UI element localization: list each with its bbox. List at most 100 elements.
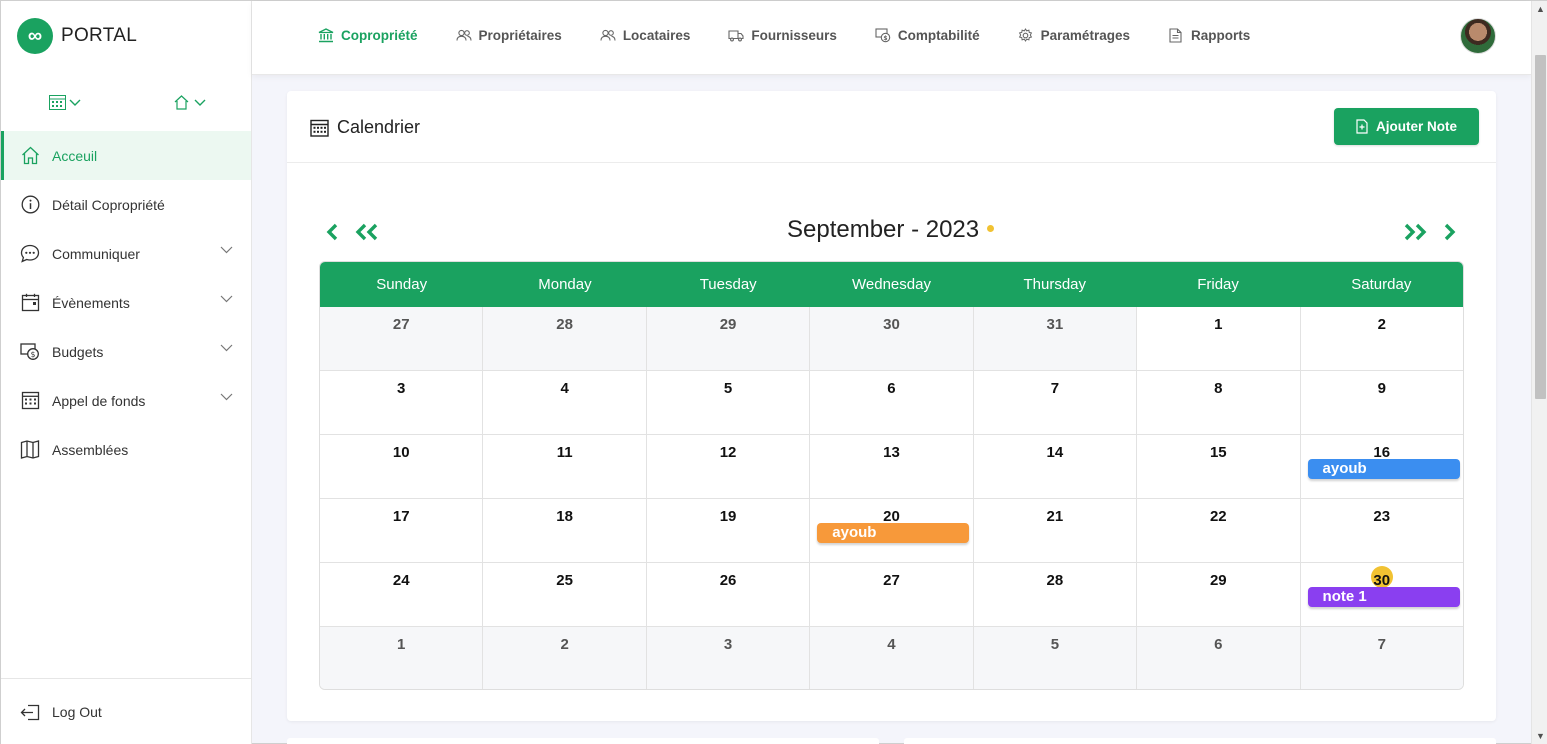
month-label: September - 2023 — [787, 216, 980, 243]
tab-comptabilite[interactable]: $ Comptabilité — [875, 27, 980, 43]
map-icon — [20, 440, 40, 460]
calendar-day-cell[interactable]: 5 — [973, 627, 1138, 689]
calendar-day-cell[interactable]: 2 — [483, 627, 647, 689]
day-number: 19 — [647, 508, 809, 525]
calendar-day-cell[interactable]: 7 — [1300, 627, 1463, 689]
add-note-button[interactable]: Ajouter Note — [1334, 108, 1479, 145]
calendar-day-cell[interactable]: 31 — [973, 307, 1138, 371]
calendar-day-cell[interactable]: 30 — [810, 307, 974, 371]
scroll-thumb[interactable] — [1535, 55, 1546, 399]
calendar-day-cell[interactable]: 26 — [646, 563, 811, 627]
calendar-day-cell[interactable]: 19 — [646, 499, 811, 563]
calendar-day-cell[interactable]: 14 — [973, 435, 1138, 499]
calendar-day-cell[interactable]: 24 — [320, 563, 484, 627]
next-year-double-chevron-icon[interactable] — [1401, 223, 1429, 241]
calendar-day-cell[interactable]: 1 — [320, 627, 484, 689]
tab-proprietaires[interactable]: Propriétaires — [455, 27, 562, 43]
calendar-day-cell[interactable]: 16 ayoub — [1300, 435, 1463, 499]
calendar-day-cell[interactable]: 2 — [1300, 307, 1463, 371]
calendar-event[interactable]: ayoub — [817, 523, 970, 543]
calendar-event[interactable]: ayoub — [1307, 459, 1460, 479]
calendar-day-cell[interactable]: 3 — [320, 371, 484, 435]
calendar-day-cell[interactable]: 3 — [646, 627, 811, 689]
chevron-down-icon — [220, 344, 233, 352]
previous-month-chevron-icon[interactable] — [325, 223, 339, 241]
calendar-day-cell[interactable]: 22 — [1137, 499, 1301, 563]
calendar-day-cell[interactable]: 1 — [1137, 307, 1301, 371]
calendar-day-cell[interactable]: 25 — [483, 563, 647, 627]
chevron-down-icon — [194, 99, 206, 106]
sidebar-item-acceuil[interactable]: Acceuil — [1, 131, 251, 180]
calendar-day-cell[interactable]: 18 — [483, 499, 647, 563]
chevron-down-icon — [220, 393, 233, 401]
calendar-day-cell[interactable]: 21 — [973, 499, 1138, 563]
sidebar-item-appel-de-fonds[interactable]: Appel de fonds — [1, 376, 251, 425]
calendar-day-cell[interactable]: 17 — [320, 499, 484, 563]
tab-parametrages[interactable]: Paramétrages — [1018, 27, 1130, 43]
app-window: ∞ PORTAL Acceuil Détail Copropriété Comm… — [0, 0, 1547, 744]
calendar-day-cell[interactable]: 27 — [810, 563, 974, 627]
day-number: 7 — [1301, 636, 1463, 653]
day-number: 3 — [647, 636, 809, 653]
user-avatar[interactable] — [1460, 18, 1496, 54]
calendar-day-cell[interactable]: 7 — [973, 371, 1138, 435]
calendar-day-cell[interactable]: 6 — [810, 371, 974, 435]
brand[interactable]: ∞ PORTAL — [17, 18, 137, 54]
calendar-day-cell[interactable]: 20 ayoub — [810, 499, 974, 563]
day-number-text: 5 — [723, 380, 733, 397]
calendar-day-cell[interactable]: 15 — [1137, 435, 1301, 499]
day-number: 17 — [320, 508, 482, 525]
calendar-day-cell[interactable]: 5 — [646, 371, 811, 435]
calendar-grid: Sunday Monday Tuesday Wednesday Thursday… — [319, 261, 1464, 690]
card-title: Calendrier — [310, 117, 420, 138]
tab-locataires[interactable]: Locataires — [600, 27, 690, 43]
calendar-icon — [20, 293, 40, 313]
sidebar-item-label: Budgets — [52, 343, 104, 360]
sidebar-item-budgets[interactable]: $ Budgets — [1, 327, 251, 376]
sidebar-item-assemblees[interactable]: Assemblées — [1, 425, 251, 474]
calendar-day-cell[interactable]: 6 — [1137, 627, 1301, 689]
calendar-day-cell[interactable]: 28 — [483, 307, 647, 371]
scroll-down-arrow-icon[interactable]: ▼ — [1536, 732, 1545, 741]
calendar-day-cell[interactable]: 9 — [1300, 371, 1463, 435]
tab-label: Propriétaires — [478, 27, 562, 43]
calendar-week-row: 10 11 12 13 14 15 16 ayoub — [320, 435, 1463, 499]
calendar-day-cell[interactable]: 4 — [483, 371, 647, 435]
calendar-day-cell[interactable]: 10 — [320, 435, 484, 499]
sidebar-item-detail-copropriete[interactable]: Détail Copropriété — [1, 180, 251, 229]
calendar-day-cell[interactable]: 12 — [646, 435, 811, 499]
sidebar: ∞ PORTAL Acceuil Détail Copropriété Comm… — [1, 1, 252, 744]
calendar-day-cell[interactable]: 11 — [483, 435, 647, 499]
logout-button[interactable]: Log Out — [1, 679, 251, 744]
calendar-day-cell[interactable]: 13 — [810, 435, 974, 499]
property-switcher[interactable] — [174, 95, 206, 110]
day-number-text: 1 — [397, 636, 406, 653]
day-number-text: 29 — [719, 316, 737, 333]
tab-fournisseurs[interactable]: Fournisseurs — [728, 27, 837, 43]
calendar-event[interactable]: note 1 — [1307, 587, 1460, 607]
users-icon — [600, 27, 616, 43]
sidebar-item-evenements[interactable]: Évènements — [1, 278, 251, 327]
tab-copropriete[interactable]: Copropriété — [318, 27, 418, 43]
tab-rapports[interactable]: Rapports — [1168, 27, 1250, 43]
calendar-day-cell[interactable]: 28 — [973, 563, 1138, 627]
calendar-day-cell[interactable]: 8 — [1137, 371, 1301, 435]
previous-year-double-chevron-icon[interactable] — [353, 223, 381, 241]
scroll-up-arrow-icon[interactable]: ▲ — [1536, 5, 1545, 14]
calendar-day-cell-today[interactable]: 30 note 1 — [1300, 563, 1463, 627]
calendar-day-cell[interactable]: 23 — [1300, 499, 1463, 563]
calendar-day-cell[interactable]: 4 — [810, 627, 974, 689]
calendar-day-cell[interactable]: 29 — [1137, 563, 1301, 627]
calendar-switcher[interactable] — [49, 95, 81, 110]
vertical-scrollbar[interactable]: ▲ ▼ — [1531, 1, 1547, 744]
day-number: 3 — [320, 380, 482, 397]
sidebar-item-communiquer[interactable]: Communiquer — [1, 229, 251, 278]
today-indicator-dot — [987, 225, 994, 232]
calendar-day-cell[interactable]: 27 — [320, 307, 484, 371]
chevron-down-icon — [69, 99, 81, 106]
day-number: 23 — [1301, 508, 1463, 525]
calendar-day-cell[interactable]: 29 — [646, 307, 811, 371]
day-number: 5 — [647, 380, 809, 397]
next-month-chevron-icon[interactable] — [1443, 223, 1457, 241]
add-note-label: Ajouter Note — [1376, 119, 1457, 134]
